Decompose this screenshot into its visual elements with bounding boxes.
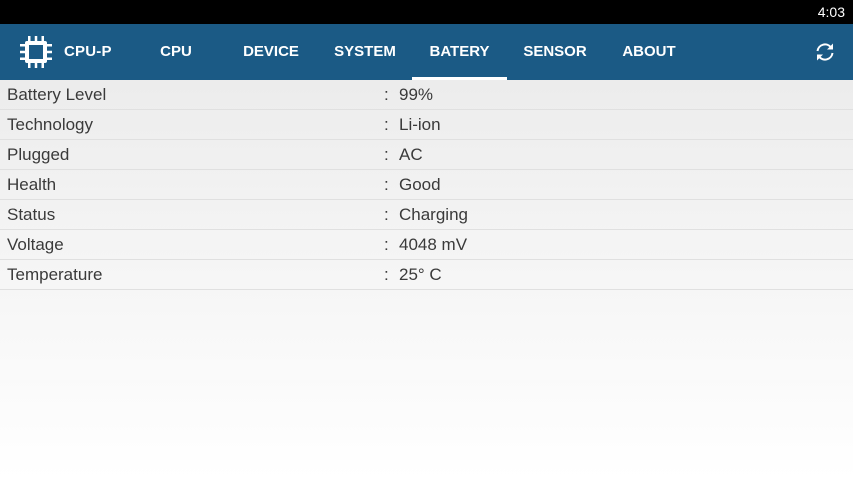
- row-value: 4048 mV: [399, 235, 468, 254]
- list-item: Health : Good: [0, 170, 853, 200]
- list-item: Status : Charging: [0, 200, 853, 230]
- list-item: Voltage : 4048 mV: [0, 230, 853, 260]
- tab-device[interactable]: DEVICE: [230, 24, 312, 80]
- row-label: Plugged: [7, 145, 70, 164]
- app-title: CPU-P: [64, 43, 112, 60]
- row-label: Health: [7, 175, 57, 194]
- row-separator: :: [384, 175, 389, 194]
- tab-system[interactable]: SYSTEM: [322, 24, 408, 80]
- row-value: 99%: [399, 85, 434, 104]
- tab-label: SYSTEM: [334, 43, 396, 60]
- row-label: Voltage: [7, 235, 64, 254]
- battery-info-list: Battery Level : 99% Technology : Li-ion …: [0, 80, 853, 480]
- status-bar: 4:03: [0, 0, 853, 24]
- row-separator: :: [384, 205, 389, 224]
- status-time: 4:03: [817, 4, 845, 20]
- tab-batery[interactable]: BATERY: [412, 24, 507, 80]
- list-item: Battery Level : 99%: [0, 80, 853, 110]
- chip-icon[interactable]: [18, 34, 54, 70]
- tab-label: BATERY: [429, 43, 490, 60]
- row-value: Li-ion: [399, 115, 441, 134]
- row-label: Temperature: [7, 265, 103, 284]
- row-separator: :: [384, 85, 389, 104]
- app-bar: CPU-P CPU DEVICE SYSTEM BATERY SENSOR AB…: [0, 24, 853, 80]
- row-separator: :: [384, 265, 389, 284]
- row-value: 25° C: [399, 265, 442, 284]
- row-value: Charging: [399, 205, 468, 224]
- row-separator: :: [384, 115, 389, 134]
- row-separator: :: [384, 235, 389, 254]
- row-separator: :: [384, 145, 389, 164]
- tab-label: SENSOR: [523, 43, 587, 60]
- list-item: Temperature : 25° C: [0, 260, 853, 290]
- tab-sensor[interactable]: SENSOR: [512, 24, 598, 80]
- row-label: Technology: [7, 115, 94, 134]
- row-value: Good: [399, 175, 441, 194]
- tab-about[interactable]: ABOUT: [610, 24, 688, 80]
- refresh-icon[interactable]: [813, 40, 837, 64]
- tab-label: DEVICE: [243, 43, 299, 60]
- list-item: Plugged : AC: [0, 140, 853, 170]
- tab-label: ABOUT: [622, 43, 676, 60]
- tab-label: CPU: [160, 43, 192, 60]
- tab-cpu[interactable]: CPU: [146, 24, 206, 80]
- list-item: Technology : Li-ion: [0, 110, 853, 140]
- row-label: Status: [7, 205, 56, 224]
- row-value: AC: [399, 145, 423, 164]
- row-label: Battery Level: [7, 85, 107, 104]
